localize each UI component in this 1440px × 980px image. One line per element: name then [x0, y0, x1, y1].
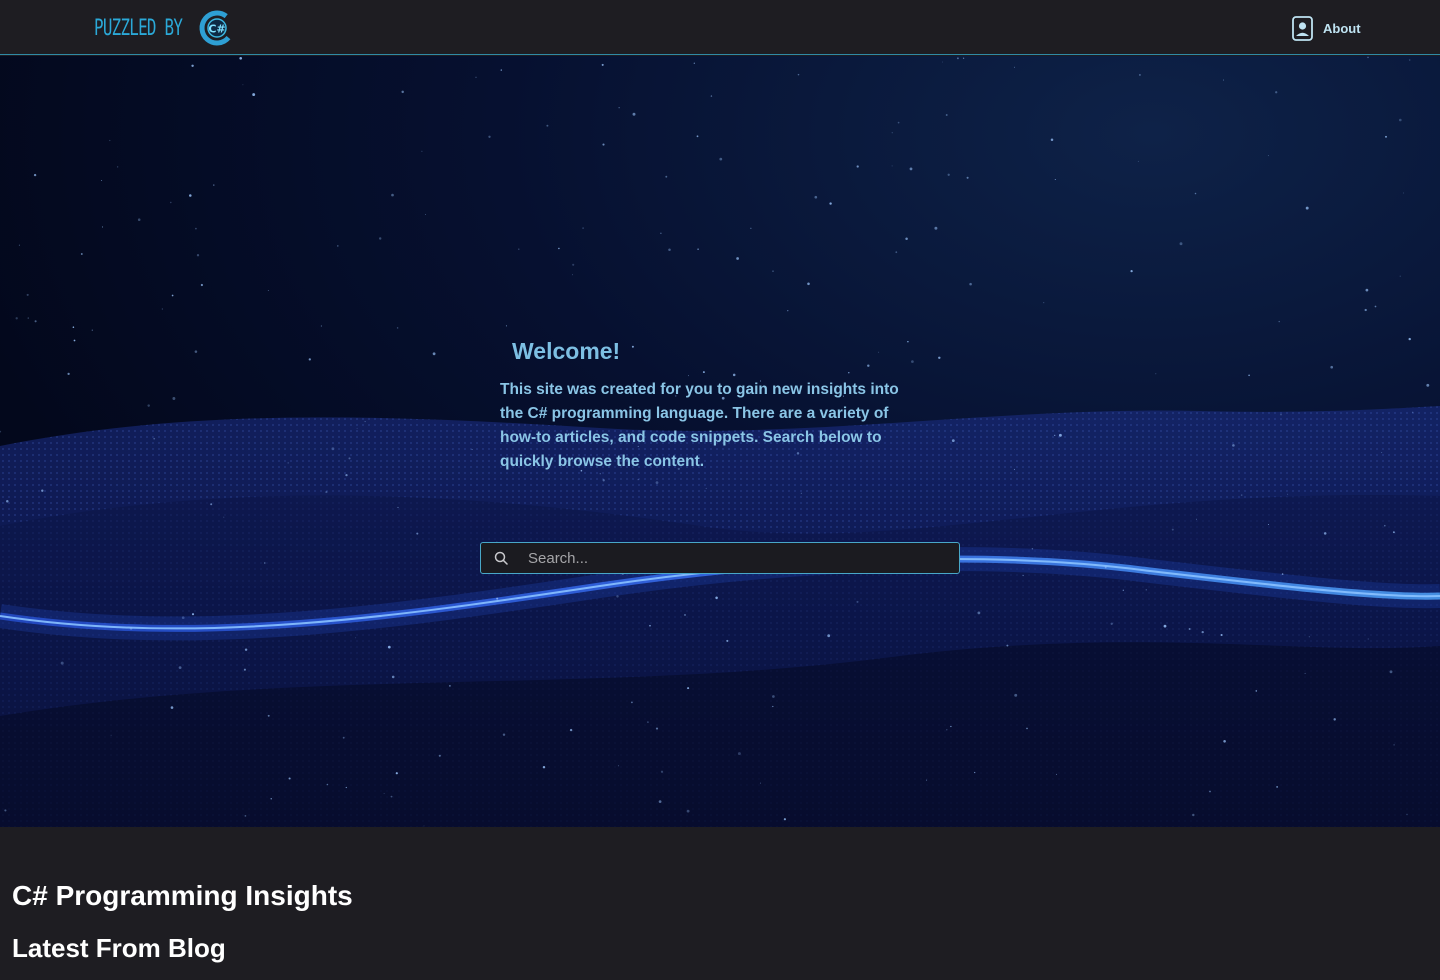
logo-text: PUZZLED BY — [94, 15, 183, 41]
about-link[interactable]: About — [1292, 15, 1361, 41]
welcome-heading: Welcome! — [512, 338, 621, 364]
logo-mark-text: C# — [208, 23, 225, 36]
csharp-logo-icon: C# — [199, 10, 235, 46]
hero-banner: Welcome! This site was created for you t… — [0, 56, 1440, 827]
search-bar[interactable] — [480, 542, 960, 574]
site-logo[interactable]: PUZZLED BY C# — [94, 9, 235, 47]
about-label: About — [1323, 20, 1361, 36]
section-title-insights: C# Programming Insights — [12, 880, 353, 911]
user-profile-icon — [1292, 15, 1313, 41]
welcome-description: This site was created for you to gain ne… — [500, 381, 899, 470]
section-title-latest-blog: Latest From Blog — [12, 933, 226, 963]
search-icon — [494, 551, 508, 565]
search-input[interactable] — [528, 549, 928, 567]
top-navigation-bar: PUZZLED BY C# About — [0, 0, 1440, 55]
